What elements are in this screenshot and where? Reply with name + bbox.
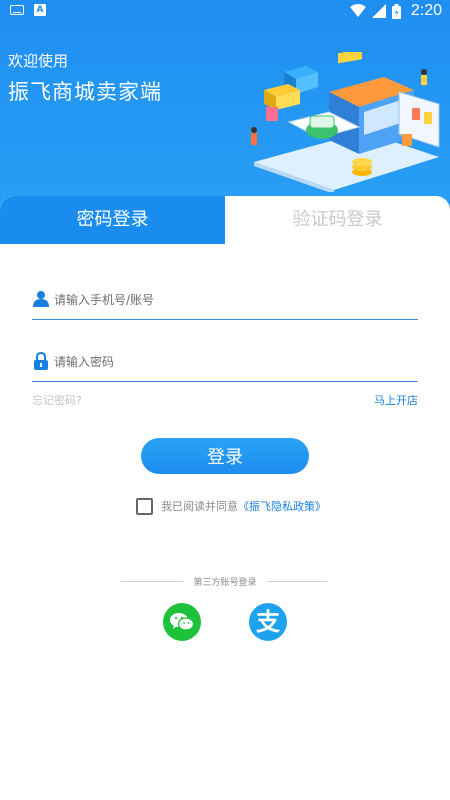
open-store-link[interactable]: 马上开店 [374, 392, 418, 408]
account-input[interactable] [54, 286, 414, 314]
welcome-text: 欢迎使用 [8, 52, 69, 70]
keyboard-icon [10, 5, 24, 15]
password-field [32, 348, 418, 382]
agreement-checkbox[interactable] [136, 497, 153, 515]
alipay-icon: 支 [256, 608, 280, 636]
agreement-row: 我已阅读并同意 《振飞隐私政策》 [136, 497, 326, 515]
login-button[interactable]: 登录 [141, 438, 309, 474]
a-notification-icon: A [34, 4, 46, 16]
account-field [32, 286, 418, 320]
wifi-icon [349, 4, 366, 17]
wechat-login-button[interactable] [163, 603, 201, 641]
login-tabs: 密码登录 验证码登录 [0, 196, 450, 246]
app-name: 振飞商城卖家端 [8, 80, 162, 104]
account-underline [32, 318, 418, 320]
status-time: 2:20 [410, 2, 442, 19]
shop-illustration [251, 52, 440, 192]
agreement-text: 我已阅读并同意 [161, 500, 238, 513]
password-input[interactable] [54, 348, 414, 376]
third-party-label: 第三方账号登录 [0, 575, 450, 588]
tab-code-login[interactable]: 验证码登录 [225, 196, 450, 244]
battery-icon [391, 3, 401, 19]
status-bar: A 2:20 [0, 0, 450, 24]
lock-icon [34, 352, 48, 370]
tab-password-login[interactable]: 密码登录 [0, 196, 225, 244]
wechat-icon [170, 613, 195, 631]
user-icon [33, 291, 49, 307]
signal-icon [371, 4, 386, 18]
privacy-policy-link[interactable]: 《振飞隐私政策》 [238, 498, 326, 514]
password-underline [32, 380, 418, 382]
alipay-login-button[interactable]: 支 [249, 603, 287, 641]
forgot-password-link[interactable]: 忘记密码? [32, 392, 82, 408]
third-party-text: 第三方账号登录 [183, 578, 267, 588]
